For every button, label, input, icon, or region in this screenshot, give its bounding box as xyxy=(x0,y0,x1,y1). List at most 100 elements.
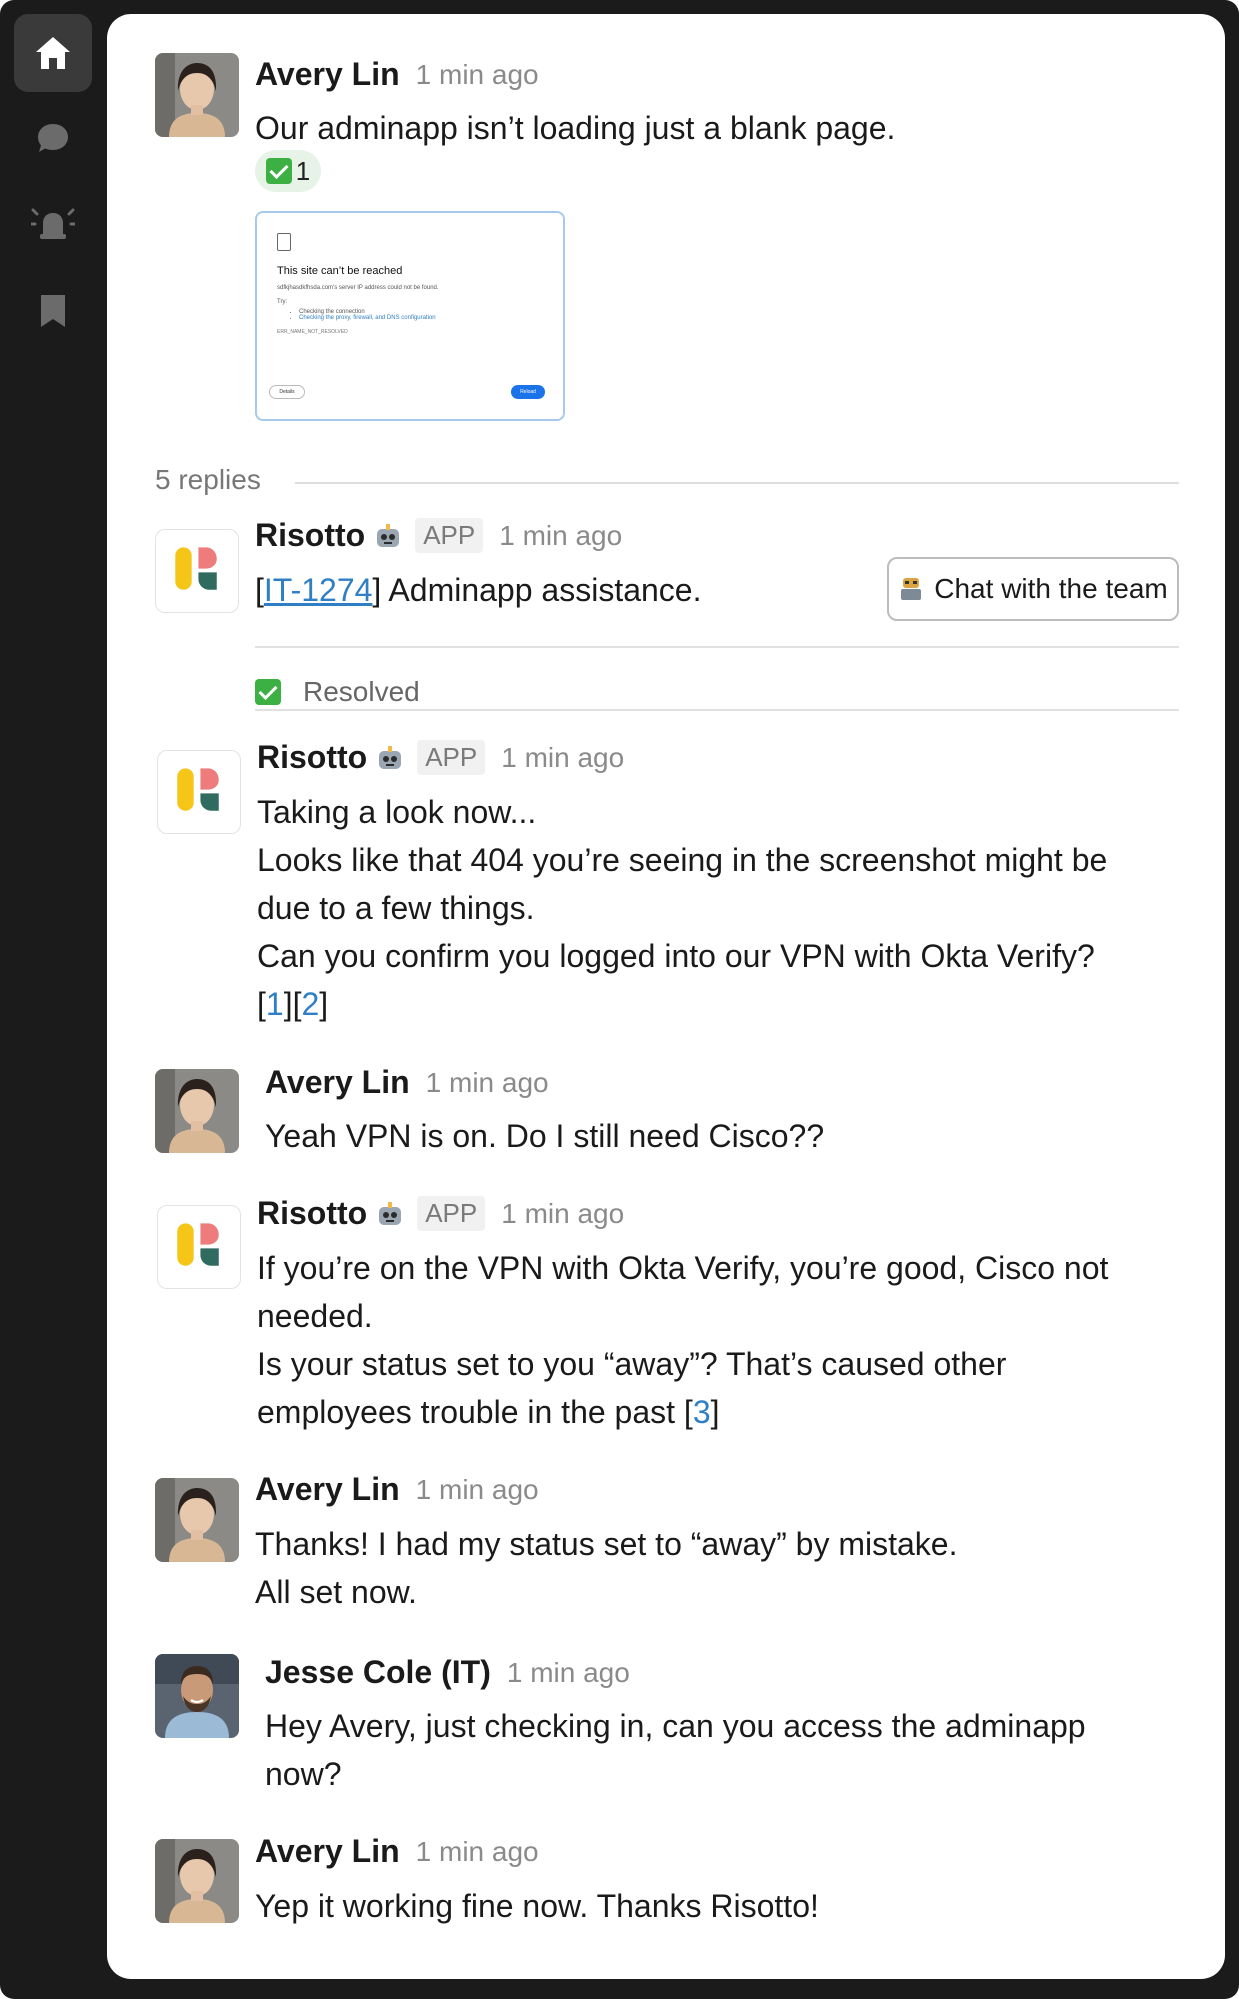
avatar-jesse[interactable] xyxy=(155,1654,239,1738)
message-refs: [1][2] xyxy=(257,986,329,1022)
nav-home-button[interactable] xyxy=(14,14,92,92)
app-badge: APP xyxy=(415,518,484,553)
nav-chat-button[interactable] xyxy=(14,100,92,178)
chat-with-team-button[interactable]: Chat with the team xyxy=(887,557,1179,621)
message-line: Hey Avery, just checking in, can you acc… xyxy=(265,1708,1086,1744)
timestamp: 1 min ago xyxy=(499,519,623,551)
message-line: Looks like that 404 you’re seeing in the… xyxy=(257,842,1108,878)
message-header: Avery Lin 1 min ago xyxy=(255,1471,539,1508)
author-name[interactable]: Avery Lin xyxy=(265,1064,410,1101)
thread-panel: Avery Lin 1 min ago Our adminapp isn’t l… xyxy=(107,14,1225,1979)
ticket-link[interactable]: IT-1274 xyxy=(264,572,373,608)
broken-page-icon xyxy=(277,233,291,251)
message-line: Can you confirm you logged into our VPN … xyxy=(257,938,1095,974)
message-line: If you’re on the VPN with Okta Verify, y… xyxy=(257,1250,1109,1286)
ticket-title: [IT-1274] Adminapp assistance. xyxy=(255,566,701,614)
chat-bubble-icon xyxy=(38,124,68,152)
message-line: Is your status set to you “away”? That’s… xyxy=(257,1346,1007,1382)
screenshot-attachment[interactable]: This site can’t be reached sdfkjhasdkfhs… xyxy=(255,211,565,421)
message-header: Avery Lin 1 min ago xyxy=(255,1833,539,1870)
bookmark-icon xyxy=(41,295,65,327)
attachment-title: This site can’t be reached xyxy=(277,265,403,277)
attachment-reload-button: Reload xyxy=(511,385,545,399)
reaction-count: 1 xyxy=(295,155,311,186)
message-text: If you’re on the VPN with Okta Verify, y… xyxy=(257,1244,1108,1436)
author-name[interactable]: Avery Lin xyxy=(255,1471,400,1508)
check-mark-icon xyxy=(255,679,281,705)
app-window: Avery Lin 1 min ago Our adminapp isn’t l… xyxy=(0,0,1239,1999)
alert-bell-icon xyxy=(31,208,75,239)
attachment-details-button: Details xyxy=(269,385,305,399)
divider xyxy=(255,709,1179,711)
author-name[interactable]: Avery Lin xyxy=(255,56,400,93)
message-line-text: employees trouble in the past [ xyxy=(257,1394,693,1430)
avatar-avery[interactable] xyxy=(155,1478,239,1562)
message-text: Thanks! I had my status set to “away” by… xyxy=(255,1520,957,1616)
chat-with-team-label: Chat with the team xyxy=(934,573,1168,604)
ticket-text: ] Adminapp assistance. xyxy=(372,572,702,608)
author-name[interactable]: Risotto xyxy=(257,739,367,776)
message-line: All set now. xyxy=(255,1574,417,1610)
reaction-chip[interactable]: 1 xyxy=(255,150,321,192)
app-badge: APP xyxy=(417,1196,486,1231)
citation-link[interactable]: 3 xyxy=(693,1394,711,1430)
nav-sidebar xyxy=(14,14,92,358)
ticket-bracket: [ xyxy=(255,572,264,608)
message-header: Jesse Cole (IT) 1 min ago xyxy=(265,1654,630,1691)
timestamp: 1 min ago xyxy=(506,1656,630,1688)
ticket-status-label: Resolved xyxy=(303,676,420,707)
avatar-risotto[interactable] xyxy=(157,1205,241,1289)
timestamp: 1 min ago xyxy=(425,1066,549,1098)
message-header: Risotto APP 1 min ago xyxy=(257,739,624,776)
citation-link[interactable]: 2 xyxy=(301,986,319,1022)
replies-count: 5 replies xyxy=(155,464,261,495)
message-line: Yeah VPN is on. Do I still need Cisco?? xyxy=(265,1118,825,1154)
avatar-risotto[interactable] xyxy=(157,750,241,834)
message-line: due to a few things. xyxy=(257,890,535,926)
check-mark-icon xyxy=(265,158,292,184)
author-name[interactable]: Risotto xyxy=(257,1195,367,1232)
message-line: Taking a look now... xyxy=(257,794,537,830)
home-icon xyxy=(36,37,70,69)
citation-link[interactable]: 1 xyxy=(266,986,284,1022)
message-line: Yep it working fine now. Thanks Risotto! xyxy=(255,1888,819,1924)
author-name[interactable]: Risotto xyxy=(255,517,365,554)
divider xyxy=(255,646,1179,648)
nav-alerts-button[interactable] xyxy=(14,186,92,264)
attachment-tips: Checking the connection Checking the pro… xyxy=(299,309,551,321)
app-badge: APP xyxy=(417,740,486,775)
risotto-logo-icon xyxy=(177,768,219,811)
message-header: Avery Lin 1 min ago xyxy=(265,1064,549,1101)
message-text: Yep it working fine now. Thanks Risotto! xyxy=(255,1882,819,1930)
attachment-subtitle: sdfkjhasdkfhsda.com’s server IP address … xyxy=(277,285,439,291)
risotto-logo-icon xyxy=(177,1223,219,1266)
divider xyxy=(295,482,1179,484)
author-name[interactable]: Avery Lin xyxy=(255,1833,400,1870)
robot-icon xyxy=(379,745,402,769)
nav-bookmarks-button[interactable] xyxy=(14,272,92,350)
avatar-avery[interactable] xyxy=(155,1839,239,1923)
risotto-logo-icon xyxy=(175,547,217,590)
robot-icon xyxy=(377,523,400,547)
message-text: Hey Avery, just checking in, can you acc… xyxy=(265,1702,1086,1798)
team-icon xyxy=(901,578,922,600)
timestamp: 1 min ago xyxy=(415,58,539,90)
avatar-avery[interactable] xyxy=(155,1069,239,1153)
message-header: Risotto APP 1 min ago xyxy=(257,1195,624,1232)
message-text: Yeah VPN is on. Do I still need Cisco?? xyxy=(265,1112,824,1160)
message-line: now? xyxy=(265,1756,342,1792)
attachment-try-label: Try: xyxy=(277,299,288,305)
message-line: employees trouble in the past [3] xyxy=(257,1394,720,1430)
attachment-tip: Checking the proxy, firewall, and DNS co… xyxy=(299,315,551,321)
timestamp: 1 min ago xyxy=(415,1835,539,1867)
message-text: Taking a look now... Looks like that 404… xyxy=(257,788,1107,1028)
message-line: Thanks! I had my status set to “away” by… xyxy=(255,1526,958,1562)
avatar-risotto[interactable] xyxy=(155,529,239,613)
timestamp: 1 min ago xyxy=(415,1473,539,1505)
avatar-avery[interactable] xyxy=(155,53,239,137)
root-message-header: Avery Lin 1 min ago xyxy=(255,56,539,93)
attachment-error-code: ERR_NAME_NOT_RESOLVED xyxy=(277,329,348,335)
message-line: needed. xyxy=(257,1298,373,1334)
root-message-text: Our adminapp isn’t loading just a blank … xyxy=(255,110,896,146)
author-name[interactable]: Jesse Cole (IT) xyxy=(265,1654,491,1691)
